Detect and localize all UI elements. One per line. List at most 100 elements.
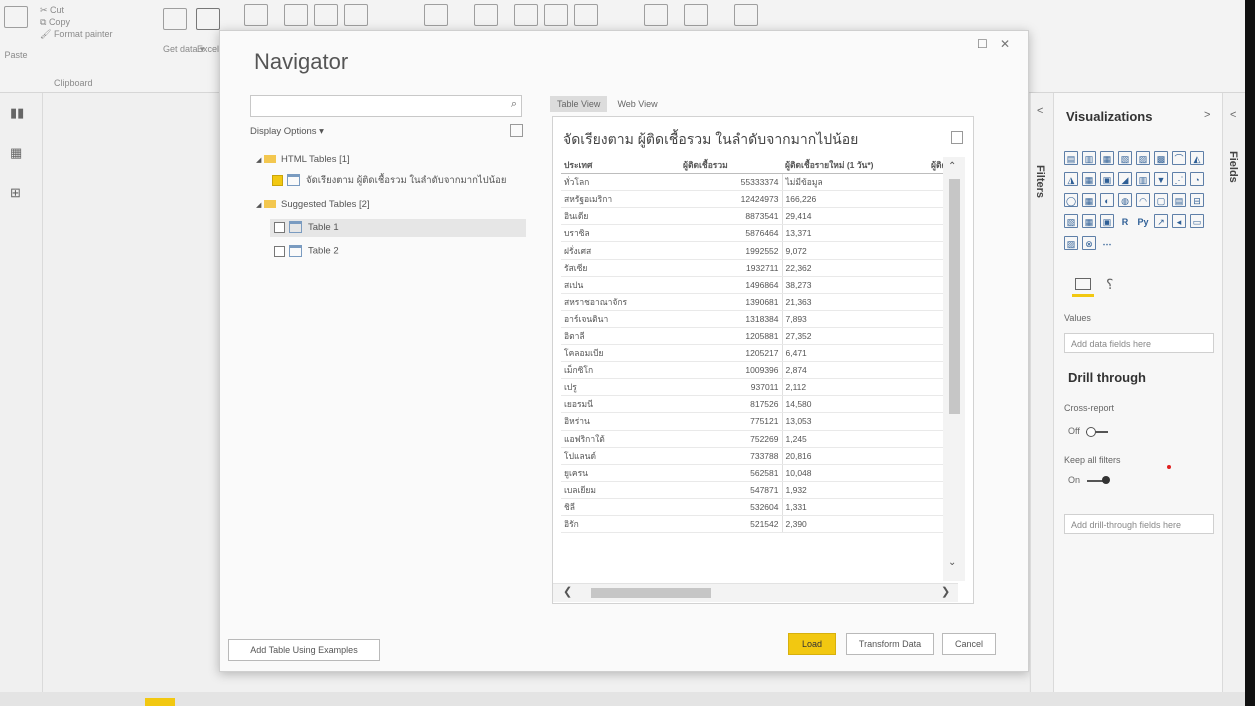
visual-type-icon[interactable]: ◮ [1064,172,1078,186]
ribbon-icon[interactable] [284,4,308,26]
ribbon-icon[interactable] [644,4,668,26]
ribbon-icon[interactable] [684,4,708,26]
checkbox[interactable] [274,221,285,233]
visual-type-icon[interactable]: ▨ [1064,236,1078,250]
visual-type-icon[interactable]: ◠ [1136,193,1150,207]
visual-type-icon[interactable]: ▦ [1082,214,1096,228]
ribbon-icon[interactable] [244,4,268,26]
visual-type-icon[interactable]: ▤ [1064,151,1078,165]
visual-type-icon[interactable]: ▦ [1082,193,1096,207]
close-icon[interactable]: ✕ [1000,37,1010,51]
table-row[interactable]: อิหร่าน 775121 13,053 [561,412,964,431]
scroll-down-icon[interactable]: ⌄ [948,557,956,568]
table-row[interactable]: ยูเครน 562581 10,048 [561,464,964,482]
visual-type-icon[interactable]: ◐ [1100,193,1114,207]
ribbon-icon[interactable] [314,4,338,26]
tree-item-html-table[interactable]: จัดเรียงตาม ผู้ติดเชื้อรวม ในลำดับจากมาก… [272,173,506,188]
tree-item-table1[interactable]: Table 1 [270,219,526,237]
filters-pane[interactable]: < Filters [1030,93,1053,706]
visual-type-icon[interactable]: ▢ [1154,193,1168,207]
add-table-using-examples-button[interactable]: Add Table Using Examples [228,639,380,661]
visual-type-icon[interactable]: ▦ [1082,172,1096,186]
export-icon[interactable] [951,131,963,144]
visual-type-icon[interactable]: ▧ [1064,214,1078,228]
data-view-icon[interactable]: ▦ [10,145,28,160]
load-button[interactable]: Load [788,633,836,655]
table-row[interactable]: สเปน 1496864 38,273 [561,276,964,294]
table-row[interactable]: ฝรั่งเศส 1992552 9,072 [561,241,964,260]
active-page-indicator[interactable] [145,698,175,706]
expand-icon[interactable]: > [1204,109,1210,121]
visual-type-icon[interactable]: ▨ [1136,151,1150,165]
column-header[interactable]: ประเทศ [561,157,680,175]
visual-type-icon[interactable]: ▼ [1154,172,1168,186]
collapse-icon[interactable]: < [1230,109,1236,121]
visual-type-icon[interactable]: ▥ [1082,151,1096,165]
visual-type-icon[interactable]: R [1118,215,1132,229]
table-row[interactable]: อินเดีย 8873541 29,414 [561,207,964,226]
scroll-up-icon[interactable]: ⌃ [948,161,956,172]
visual-type-icon[interactable]: ◢ [1118,172,1132,186]
table-row[interactable]: โคลอมเบีย 1205217 6,471 [561,344,964,363]
report-view-icon[interactable]: ▮▮ [10,105,28,120]
model-view-icon[interactable]: ⊞ [10,185,28,200]
visual-type-icon[interactable]: ⋯ [1100,237,1114,251]
column-header[interactable]: ผู้ติดเชื้อรายใหม่ (1 วัน*) [782,157,928,175]
table-row[interactable]: อิรัก 521542 2,390 [561,515,964,534]
cancel-button[interactable]: Cancel [942,633,996,655]
table-row[interactable]: เยอรมนี 817526 14,580 [561,395,964,414]
visual-type-icon[interactable]: ▣ [1100,172,1114,186]
visual-type-icon[interactable]: Py [1136,215,1150,229]
paste-button[interactable]: Paste [4,6,28,60]
visual-type-icon[interactable]: ⌒ [1172,151,1186,165]
values-field-well[interactable]: Add data fields here [1064,333,1214,353]
table-row[interactable]: บราซิล 5876464 13,371 [561,224,964,243]
tree-folder-html-tables[interactable]: ◢ HTML Tables [1] [256,154,350,165]
checkbox[interactable] [274,245,285,257]
visual-type-icon[interactable]: ⊗ [1082,236,1096,250]
fields-well-icon[interactable] [1072,278,1094,297]
table-row[interactable]: แอฟริกาใต้ 752269 1,245 [561,430,964,448]
tree-item-table2[interactable]: Table 2 [274,245,339,257]
table-row[interactable]: รัสเซีย 1932711 22,362 [561,259,964,277]
search-input[interactable]: ⌕ [250,95,522,117]
fields-pane[interactable]: < Fields [1222,93,1246,706]
drill-through-field-well[interactable]: Add drill-through fields here [1064,514,1214,534]
visual-type-icon[interactable]: ▭ [1190,214,1204,228]
maximize-icon[interactable]: ☐ [977,37,988,51]
cross-report-toggle[interactable]: Off [1068,426,1109,437]
checkbox[interactable] [272,174,283,186]
ribbon-icon[interactable] [574,4,598,26]
keep-all-filters-toggle[interactable]: On [1068,475,1110,485]
ribbon-icon[interactable] [514,4,538,26]
visual-type-icon[interactable]: ▣ [1100,214,1114,228]
refresh-icon[interactable] [510,124,523,137]
visual-type-icon[interactable]: ◯ [1064,193,1078,207]
visual-type-icon[interactable]: ◔ [1190,172,1204,186]
ribbon-icon[interactable] [344,4,368,26]
visual-type-icon[interactable]: ◭ [1190,151,1204,165]
visual-type-icon[interactable]: ▦ [1100,151,1114,165]
visual-type-icon[interactable]: ↗ [1154,214,1168,228]
table-row[interactable]: ชิลี 532604 1,331 [561,498,964,516]
visual-type-icon[interactable]: ▧ [1118,151,1132,165]
ribbon-icon[interactable] [544,4,568,26]
ribbon-icon[interactable] [474,4,498,26]
horizontal-scrollbar[interactable]: ❮ ❯ [553,583,958,602]
table-row[interactable]: สหราชอาณาจักร 1390681 21,363 [561,293,964,311]
visual-type-icon[interactable]: ▩ [1154,151,1168,165]
format-icon[interactable]: ⸮ [1106,276,1113,293]
cut-button[interactable]: ✂ Cut [40,4,112,16]
tree-folder-suggested-tables[interactable]: ◢ Suggested Tables [2] [256,199,370,210]
visual-type-icon[interactable]: ▥ [1136,172,1150,186]
tab-table-view[interactable]: Table View [550,96,608,112]
table-row[interactable]: เบลเยียม 547871 1,932 [561,481,964,499]
visual-type-icon[interactable]: ▤ [1172,193,1186,207]
display-options-dropdown[interactable]: Display Options ▾ [250,126,324,137]
table-row[interactable]: เปรู 937011 2,112 [561,378,964,397]
column-header[interactable]: ผู้ติดเชื้อรวม [680,157,782,175]
collapse-icon[interactable]: < [1037,105,1043,117]
ribbon-icon[interactable] [424,4,448,26]
table-row[interactable]: โปแลนด์ 733788 20,816 [561,447,964,465]
visual-type-icon[interactable]: ◂ [1172,214,1186,228]
